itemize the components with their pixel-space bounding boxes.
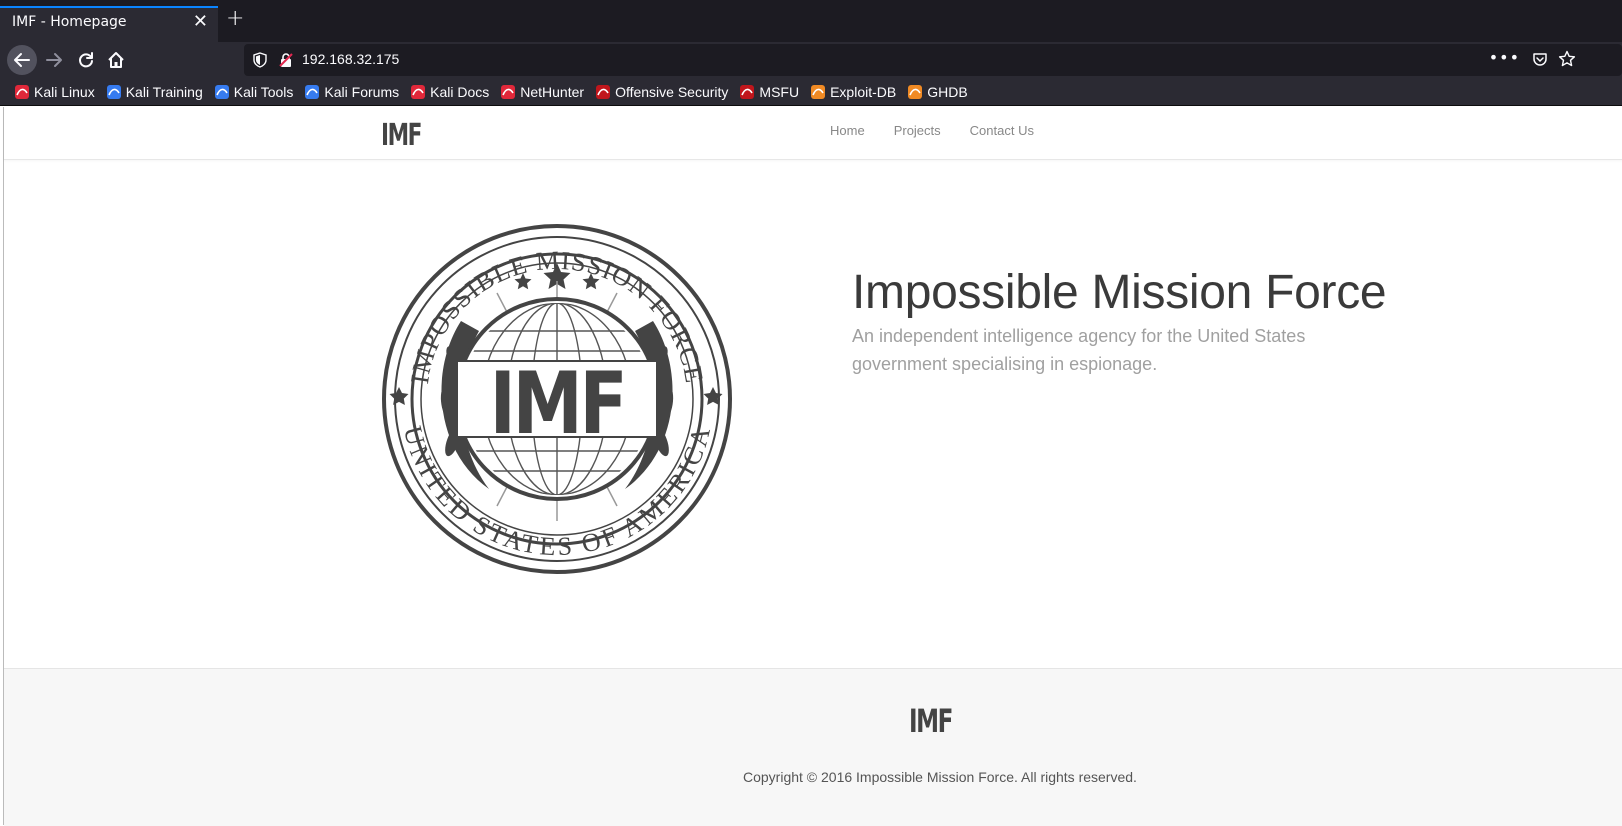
seal-globe: IMF <box>455 297 659 501</box>
bookmark-label: Kali Training <box>125 83 203 100</box>
address-bar[interactable]: 192.168.32.175 ••• <box>244 44 1622 76</box>
bookmark-msfu[interactable]: MSFU <box>739 84 799 100</box>
bookmark-nethunter[interactable]: NetHunter <box>500 84 584 100</box>
bookmark-exploit-db[interactable]: Exploit-DB <box>810 84 896 100</box>
bookmark-kali-tools[interactable]: Kali Tools <box>214 83 294 100</box>
navigation-toolbar: 192.168.32.175 ••• <box>0 42 1622 78</box>
bookmark-kali-docs[interactable]: Kali Docs <box>410 84 489 100</box>
exploitdb-icon <box>810 84 826 100</box>
bookmark-label: Offensive Security <box>615 83 729 100</box>
back-arrow-icon <box>14 53 30 67</box>
tab-title: IMF - Homepage <box>12 14 127 30</box>
forward-button[interactable] <box>39 45 69 75</box>
new-tab-button[interactable]: + <box>226 6 244 31</box>
hero-title: Impossible Mission Force <box>852 266 1387 320</box>
hero-subtitle: An independent intelligence agency for t… <box>852 326 1306 374</box>
home-icon <box>108 52 124 68</box>
imf-seal-emblem: IMPOSSIBLE MISSION FORCE UNITED STATES O… <box>382 224 732 574</box>
kali-training-icon <box>106 84 122 100</box>
nav-link-home[interactable]: Home <box>830 123 865 138</box>
site-nav: Home Projects Contact Us <box>830 123 1063 138</box>
kali-dragon-icon <box>14 84 30 100</box>
seal-center-text: IMF <box>490 353 625 454</box>
bookmark-label: Exploit-DB <box>830 83 897 100</box>
bookmark-ghdb[interactable]: GHDB <box>907 83 968 100</box>
bookmark-label: Kali Tools <box>233 83 294 100</box>
bookmark-label: Kali Docs <box>430 83 490 100</box>
bookmark-offensive-security[interactable]: Offensive Security <box>595 84 728 100</box>
bookmark-kali-linux[interactable]: Kali Linux <box>14 84 95 100</box>
kali-docs-icon <box>410 84 426 100</box>
tab-close-icon[interactable]: ✕ <box>193 11 208 32</box>
bookmark-kali-training[interactable]: Kali Training <box>106 84 203 100</box>
site-header: IMF Home Projects Contact Us <box>4 107 1622 160</box>
nethunter-icon <box>500 84 516 100</box>
shield-icon[interactable] <box>252 52 268 68</box>
offsec-icon <box>595 84 611 100</box>
back-button[interactable] <box>7 45 37 75</box>
tab-imf-homepage[interactable]: IMF - Homepage ✕ <box>0 6 218 42</box>
bookmark-star-icon[interactable] <box>1558 50 1576 68</box>
page-viewport: IMF Home Projects Contact Us IMPOSSIBLE … <box>3 107 1622 826</box>
nav-link-contact-us[interactable]: Contact Us <box>970 123 1034 138</box>
pocket-icon[interactable] <box>1532 51 1548 67</box>
insecure-lock-icon[interactable] <box>278 52 294 68</box>
bookmark-kali-forums[interactable]: Kali Forums <box>304 84 399 100</box>
url-text[interactable]: 192.168.32.175 <box>302 51 399 67</box>
bookmark-label: Kali Linux <box>34 83 95 100</box>
footer-logo: IMF <box>909 702 953 740</box>
page-actions-more-icon[interactable]: ••• <box>1489 48 1520 67</box>
bookmark-label: MSFU <box>759 83 800 100</box>
bookmark-label: NetHunter <box>520 83 585 100</box>
home-button[interactable] <box>101 45 131 75</box>
site-footer: IMF Copyright © 2016 Impossible Mission … <box>4 668 1622 826</box>
bookmark-label: GHDB <box>927 83 968 100</box>
reload-icon <box>79 52 93 68</box>
ghdb-icon <box>907 84 923 100</box>
msfu-icon <box>739 84 755 100</box>
copyright-text: Copyright © 2016 Impossible Mission Forc… <box>743 769 1137 785</box>
site-logo[interactable]: IMF <box>381 121 422 151</box>
kali-tools-icon <box>214 84 230 100</box>
bookmark-label: Kali Forums <box>324 83 400 100</box>
forward-arrow-icon <box>46 53 62 67</box>
reload-button[interactable] <box>71 45 101 75</box>
kali-forums-icon <box>304 84 320 100</box>
nav-link-projects[interactable]: Projects <box>894 123 941 138</box>
tab-strip: IMF - Homepage ✕ + <box>0 0 1622 42</box>
bookmarks-toolbar: Kali Linux Kali Training Kali Tools Kali Fo… <box>0 78 1622 106</box>
